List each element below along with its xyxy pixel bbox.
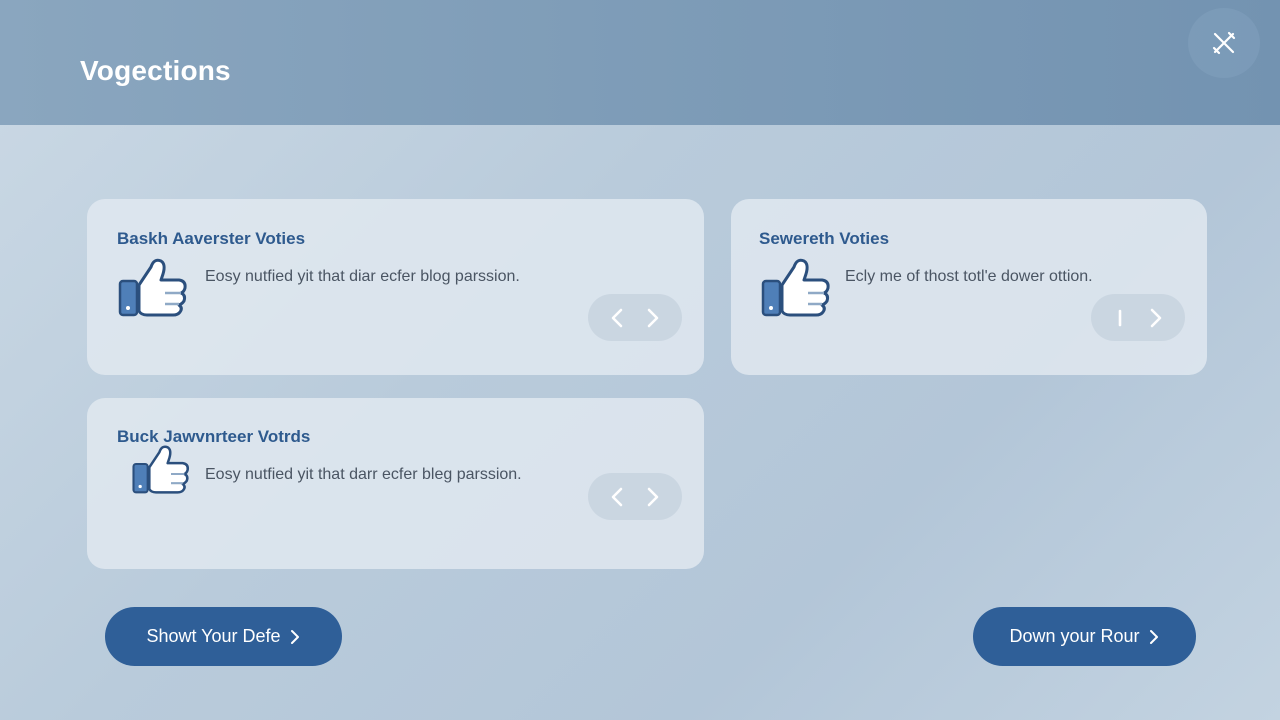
chevron-left-icon[interactable] (608, 485, 626, 509)
card-description: Ecly me of thost totl'e dower ottion. (845, 268, 1093, 285)
vote-card: Baskh Aaverster Voties Eosy nutfied yit … (87, 199, 704, 375)
thumbs-up-icon (760, 255, 832, 324)
card-description: Eosy nutfied yit that diar ecfer blog pa… (205, 268, 520, 285)
cursor-bar-icon[interactable] (1111, 306, 1129, 330)
button-label: Showt Your Defe (146, 626, 281, 646)
card-description: Eosy nutfied yit that darr ecfer bleg pa… (205, 466, 522, 483)
show-your-defe-button[interactable]: Showt Your Defe (105, 607, 342, 666)
chevron-right-icon[interactable] (644, 485, 662, 509)
vote-card: Buck Jawvnrteer Votrds Eosy nutfied yit … (87, 398, 704, 569)
chevron-left-icon[interactable] (608, 306, 626, 330)
chevron-right-icon (290, 629, 299, 644)
chevron-right-icon (1149, 629, 1158, 644)
card-pager (588, 294, 682, 341)
header-bar: Vogections (0, 0, 1280, 125)
chevron-right-icon[interactable] (1147, 306, 1165, 330)
thumbs-up-icon (131, 442, 191, 501)
close-icon (1212, 31, 1236, 55)
down-your-rour-button[interactable]: Down your Rour (973, 607, 1196, 666)
vote-card: Sewereth Voties Ecly me of thost totl'e … (731, 199, 1207, 375)
card-pager (1091, 294, 1185, 341)
page-title: Vogections (80, 55, 231, 86)
button-label: Down your Rour (1009, 626, 1140, 646)
card-title: Sewereth Voties (759, 229, 890, 248)
chevron-right-icon[interactable] (644, 306, 662, 330)
thumbs-up-icon (117, 255, 189, 324)
card-pager (588, 473, 682, 520)
close-button[interactable] (1188, 8, 1260, 78)
card-title: Baskh Aaverster Voties (117, 229, 306, 248)
